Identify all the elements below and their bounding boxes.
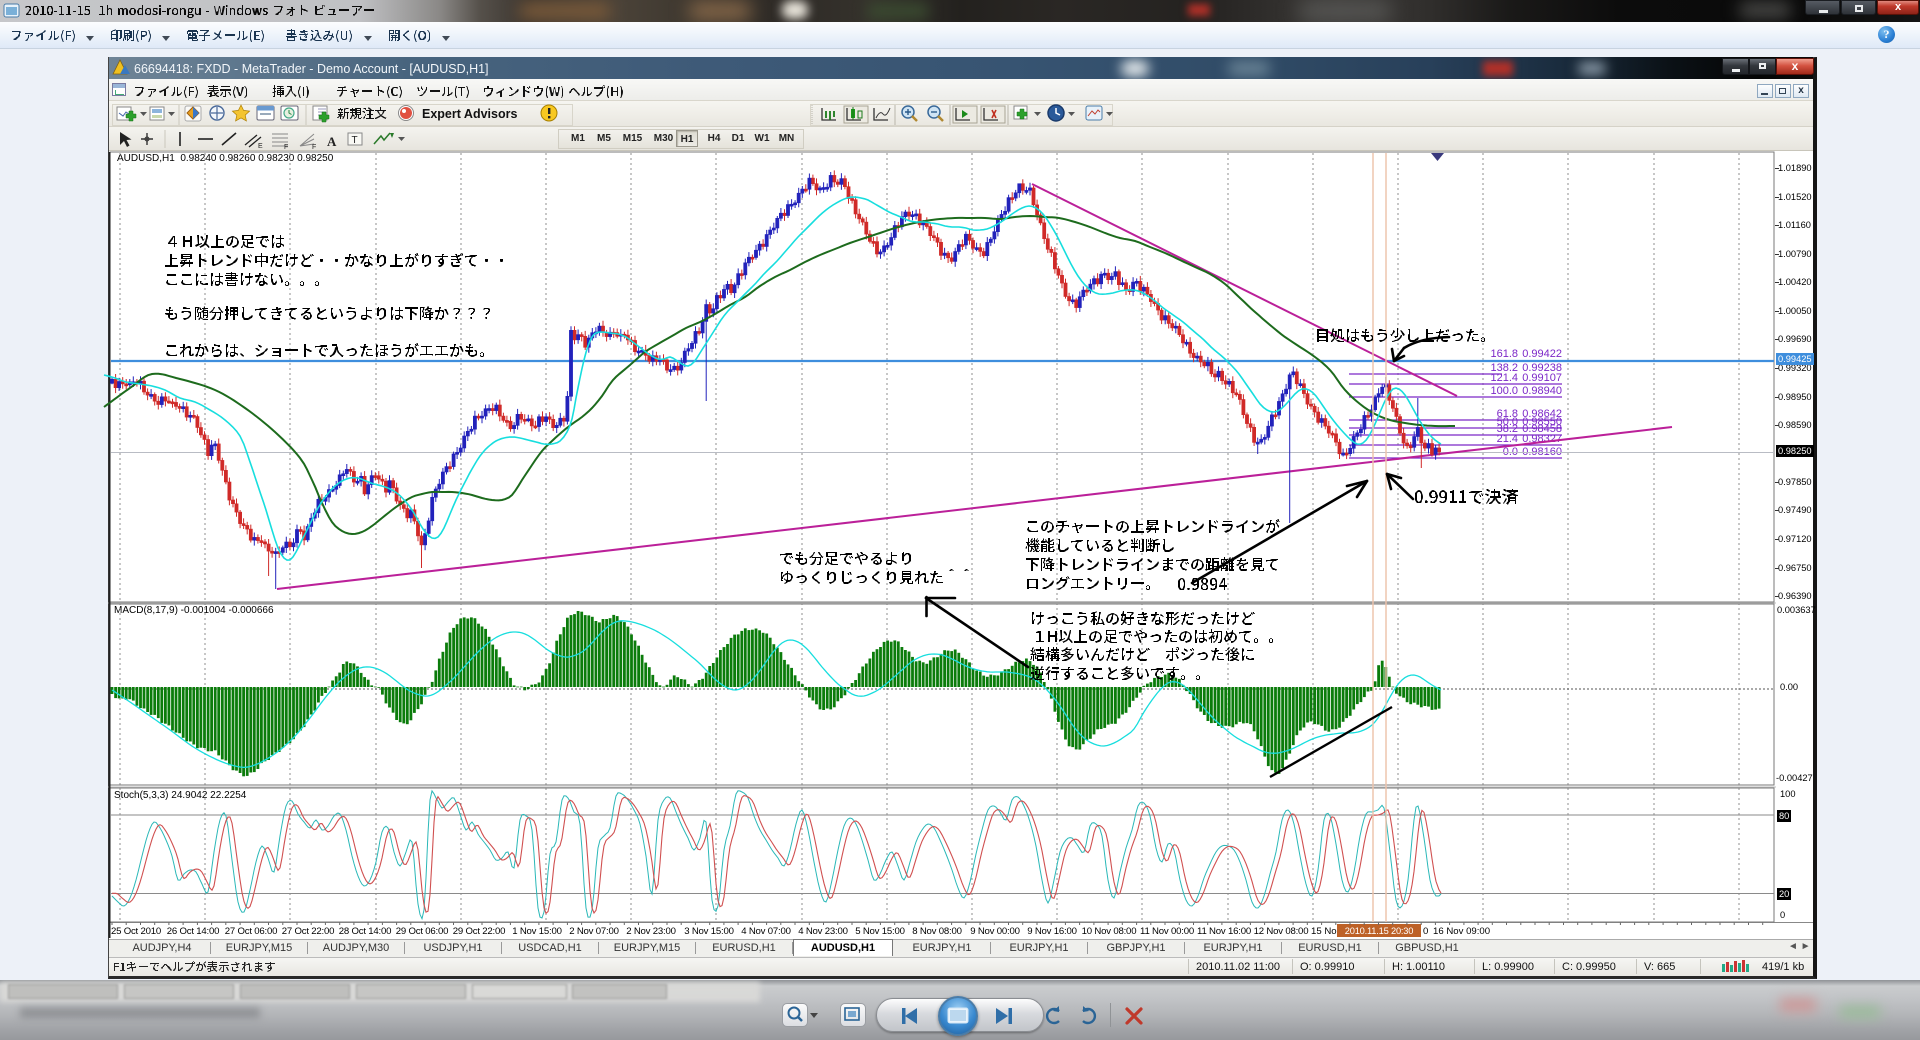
svg-text:A: A: [327, 134, 337, 149]
svg-text:F: F: [284, 144, 288, 151]
svg-text:T: T: [352, 135, 358, 146]
svg-text:66694418: FXDD - MetaTrader -: 66694418: FXDD - MetaTrader - Demo Accou…: [134, 62, 489, 76]
svg-text:E: E: [258, 143, 263, 150]
svg-text:F: F: [312, 144, 316, 151]
svg-text:Expert Advisors: Expert Advisors: [422, 107, 517, 121]
